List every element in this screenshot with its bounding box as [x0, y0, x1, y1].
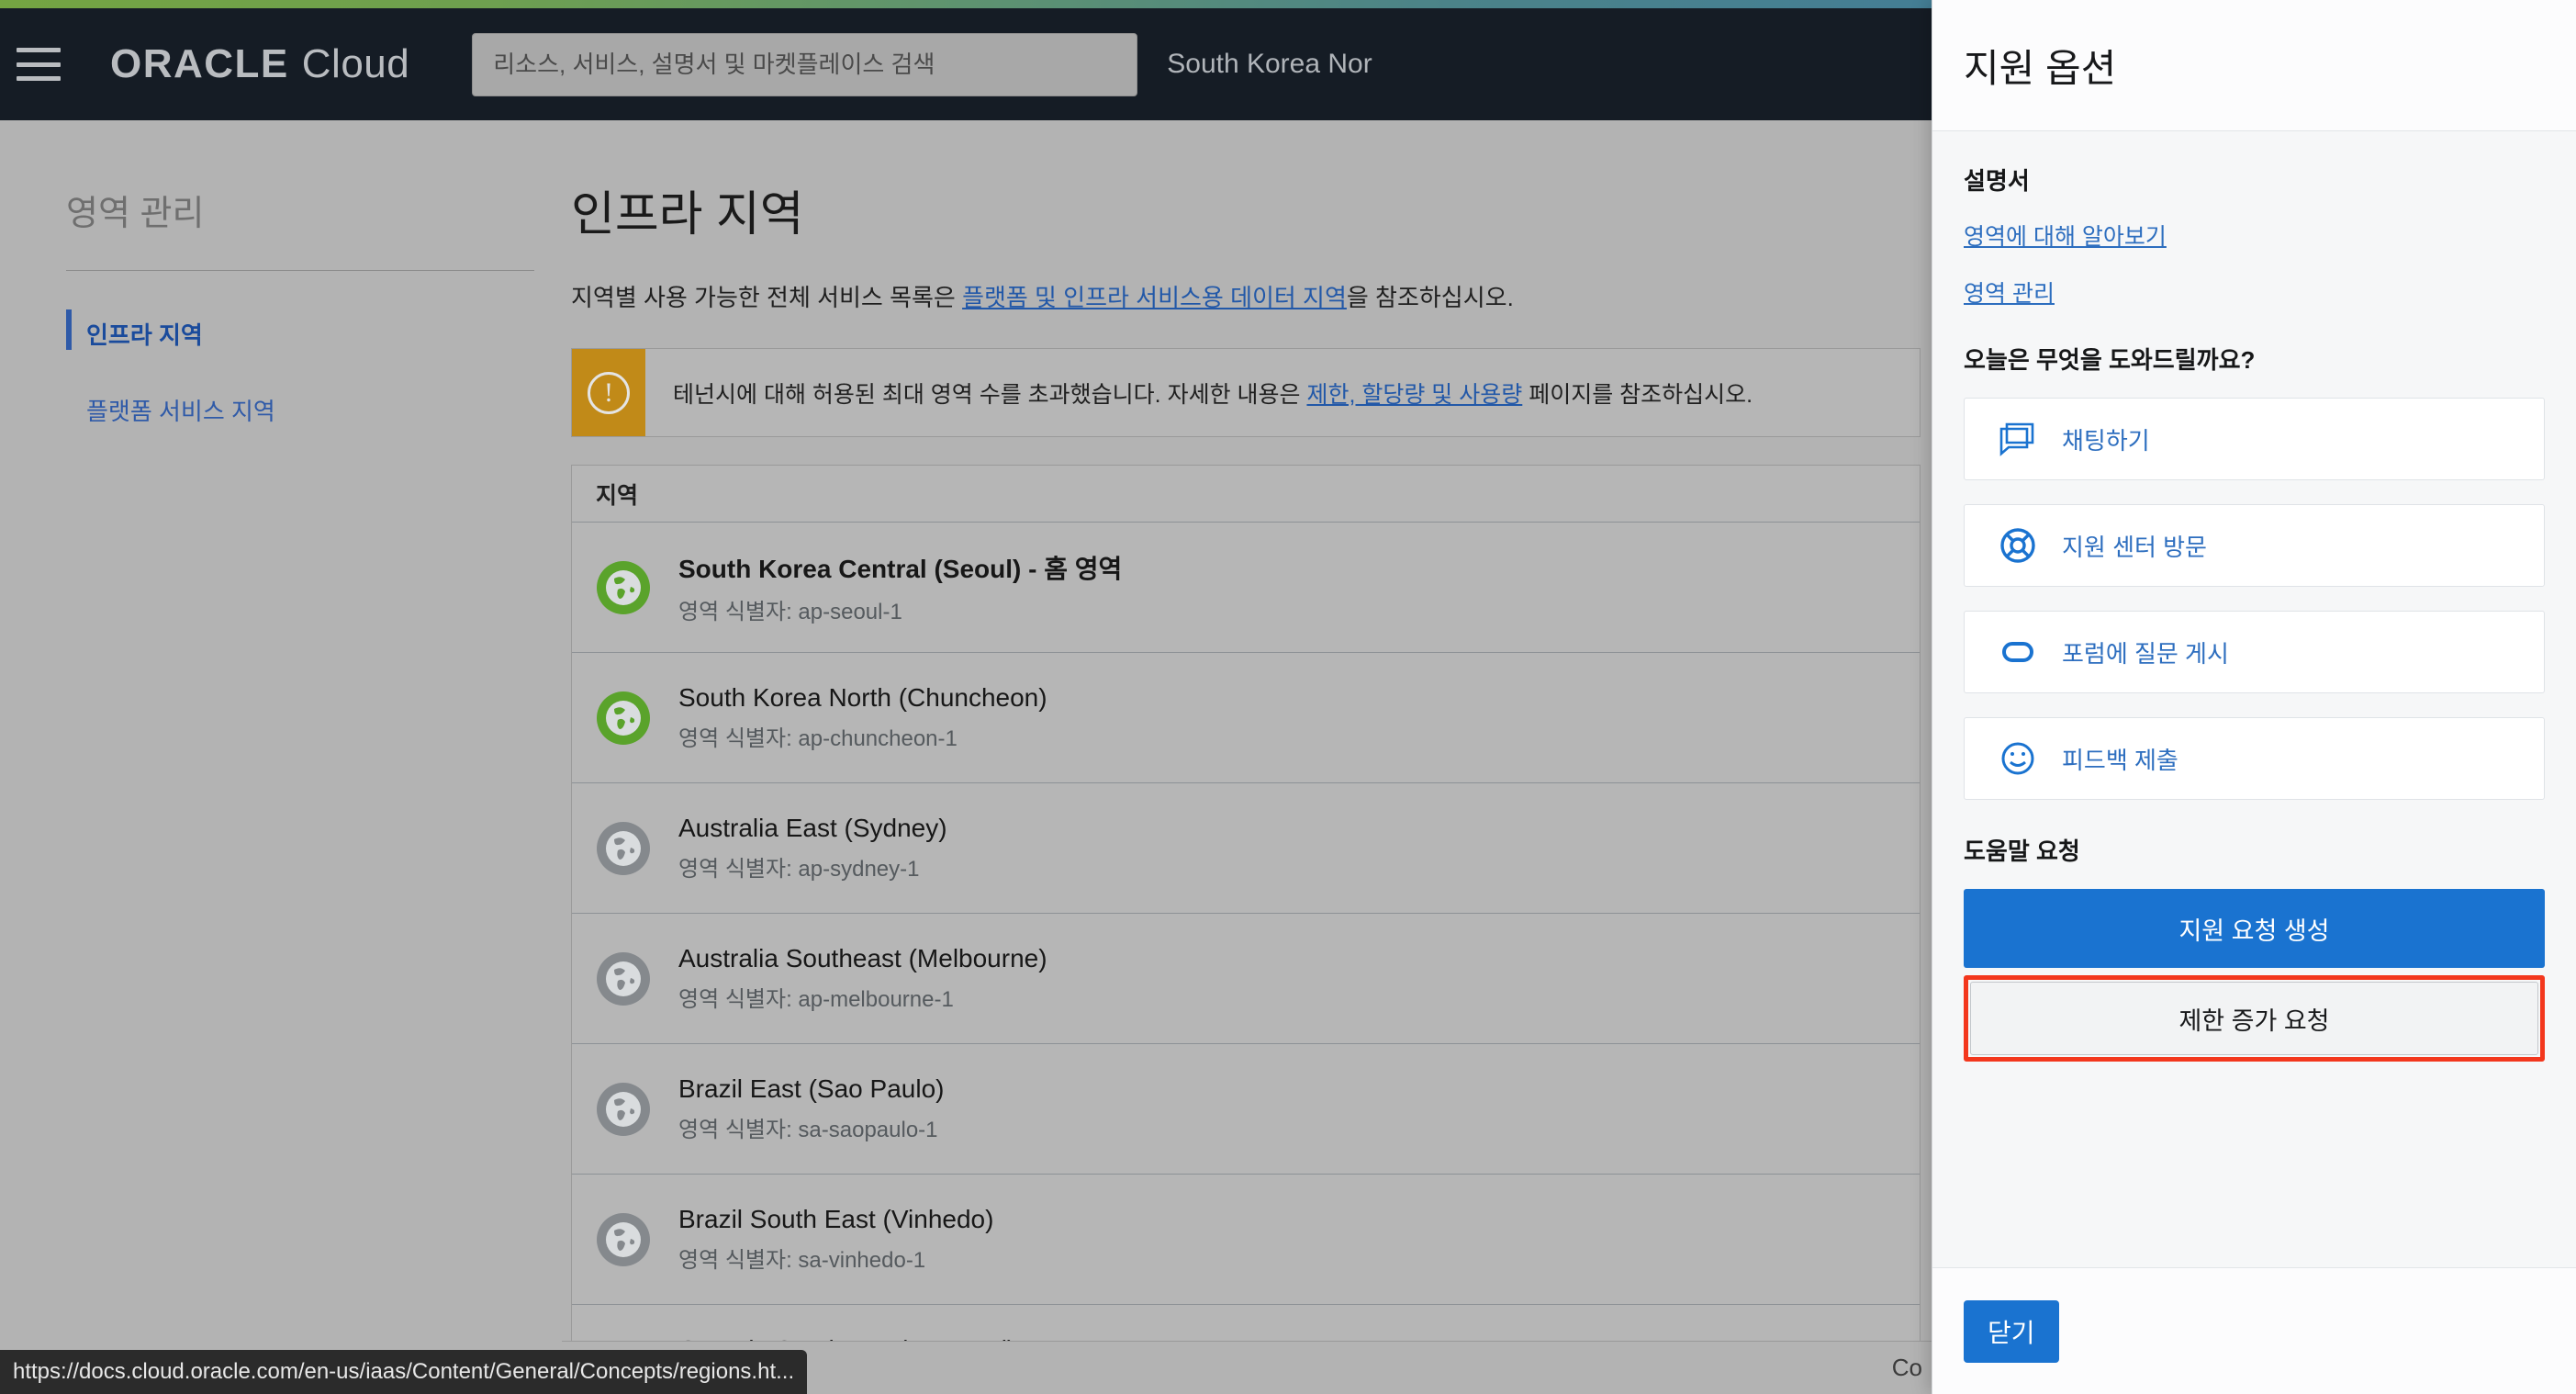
table-row[interactable]: South Korea Central (Seoul) - 홈 영역영역 식별자…: [572, 523, 1920, 653]
region-identifier: 영역 식별자: ap-melbourne-1: [678, 987, 954, 1012]
top-navigation-bar: ORACLE Cloud South Korea Nor: [0, 8, 1932, 120]
region-selector[interactable]: South Korea Nor: [1167, 49, 1372, 80]
limit-exceeded-banner: ! 테넌시에 대해 허용된 최대 영역 수를 초과했습니다. 자세한 내용은 제…: [571, 348, 1921, 437]
region-name: Australia East (Sydney): [678, 814, 947, 842]
support-options-panel: 지원 옵션 설명서 영역에 대해 알아보기 영역 관리 오늘은 무엇을 도와드릴…: [1932, 0, 2576, 1394]
sidebar-divider: [66, 270, 534, 271]
brand-oracle-text: ORACLE: [110, 41, 289, 86]
banner-icon-column: !: [572, 349, 645, 436]
sidebar-item-label: 인프라 지역: [86, 321, 203, 349]
global-search-box[interactable]: [472, 32, 1138, 96]
page-subtitle: 지역별 사용 가능한 전체 서비스 목록은 플랫폼 및 인프라 서비스용 데이터…: [571, 279, 1932, 313]
docs-section-title: 설명서: [1964, 167, 2030, 195]
sidebar-item-infra-regions[interactable]: 인프라 지역: [66, 308, 507, 360]
banner-text-post: 페이지를 참조하십시오.: [1522, 381, 1753, 408]
sidebar-item-platform-service-regions[interactable]: 플랫폼 서비스 지역: [66, 384, 507, 436]
request-limit-increase-button[interactable]: 제한 증가 요청: [1970, 982, 2538, 1055]
globe-icon: [596, 1082, 651, 1137]
globe-icon: [596, 691, 651, 746]
option-feedback[interactable]: 피드백 제출: [1964, 717, 2545, 800]
option-label: 포럼에 질문 게시: [2062, 639, 2229, 668]
warning-icon: !: [588, 371, 630, 414]
option-forum[interactable]: 포럼에 질문 게시: [1964, 611, 2545, 693]
smiley-face-icon: [1998, 738, 2038, 779]
region-name: Australia Southeast (Melbourne): [678, 944, 1047, 972]
option-label: 피드백 제출: [2062, 746, 2178, 774]
regions-table: 지역 South Korea Central (Seoul) - 홈 영역영역 …: [571, 465, 1921, 1394]
life-ring-icon: [1998, 525, 2038, 566]
region-identifier: 영역 식별자: sa-vinhedo-1: [678, 1248, 926, 1273]
table-body: South Korea Central (Seoul) - 홈 영역영역 식별자…: [572, 523, 1920, 1394]
table-row[interactable]: Australia East (Sydney) 영역 식별자: ap-sydney…: [572, 783, 1920, 914]
region-name: Brazil South East (Vinhedo): [678, 1205, 994, 1233]
panel-footer: 닫기: [1932, 1267, 2576, 1394]
create-support-request-button[interactable]: 지원 요청 생성: [1964, 889, 2545, 968]
chat-bubble-icon: [1998, 419, 2038, 459]
option-support-center[interactable]: 지원 센터 방문: [1964, 504, 2545, 587]
app-root: ORACLE Cloud South Korea Nor 영역 관리 인프라 지…: [0, 0, 2576, 1394]
region-text-block: South Korea Central (Seoul) - 홈 영역영역 식별자…: [678, 549, 1122, 625]
sidebar-title: 영역 관리: [66, 195, 205, 233]
banner-message: 테넌시에 대해 허용된 최대 영역 수를 초과했습니다. 자세한 내용은 제한,…: [645, 349, 1780, 436]
region-identifier: 영역 식별자: ap-sydney-1: [678, 857, 920, 882]
option-label: 채팅하기: [2062, 426, 2150, 455]
main-content: 인프라 지역 지역별 사용 가능한 전체 서비스 목록은 플랫폼 및 인프라 서…: [562, 120, 1932, 1394]
region-name: Brazil East (Sao Paulo): [678, 1074, 945, 1103]
region-identifier: 영역 식별자: ap-seoul-1: [678, 600, 902, 624]
limits-quotas-usage-link[interactable]: 제한, 할당량 및 사용량: [1306, 382, 1522, 408]
left-sidebar: 영역 관리 인프라 지역 플랫폼 서비스 지역: [0, 120, 562, 1394]
panel-body: 설명서 영역에 대해 알아보기 영역 관리 오늘은 무엇을 도와드릴까요? 채팅…: [1932, 131, 2576, 1267]
docs-link-manage-regions[interactable]: 영역 관리: [1964, 275, 2545, 309]
globe-icon: [596, 821, 651, 876]
table-row[interactable]: South Korea North (Chuncheon) 영역 식별자: ap-…: [572, 653, 1920, 783]
hamburger-menu-icon[interactable]: [17, 48, 61, 81]
request-limit-increase-highlight: 제한 증가 요청: [1964, 975, 2545, 1062]
help-section-title: 오늘은 무엇을 도와드릴까요?: [1964, 346, 2256, 374]
table-row[interactable]: Brazil South East (Vinhedo) 영역 식별자: sa-vi…: [572, 1175, 1920, 1305]
docs-link-learn-about-regions[interactable]: 영역에 대해 알아보기: [1964, 219, 2545, 252]
region-text-block: Brazil East (Sao Paulo) 영역 식별자: sa-saopau…: [678, 1074, 944, 1143]
panel-header: 지원 옵션: [1932, 0, 2576, 131]
globe-icon: [596, 1212, 651, 1267]
subtitle-pre-text: 지역별 사용 가능한 전체 서비스 목록은: [571, 284, 963, 311]
oracle-cloud-logo[interactable]: ORACLE Cloud: [110, 41, 409, 87]
table-row[interactable]: Australia Southeast (Melbourne) 영역 식별자: a…: [572, 914, 1920, 1044]
close-panel-button[interactable]: 닫기: [1964, 1299, 2059, 1363]
page-title: 인프라 지역: [571, 188, 804, 242]
panel-title: 지원 옵션: [1964, 46, 2117, 90]
region-identifier: 영역 식별자: sa-saopaulo-1: [678, 1118, 938, 1142]
globe-icon: [596, 951, 651, 1006]
globe-icon: [596, 560, 651, 615]
option-chat[interactable]: 채팅하기: [1964, 398, 2545, 480]
region-name: South Korea North (Chuncheon): [678, 683, 1047, 712]
table-column-header-region: 지역: [572, 466, 1920, 523]
search-input[interactable]: [473, 50, 1137, 79]
region-text-block: South Korea North (Chuncheon) 영역 식별자: ap-…: [678, 683, 1047, 752]
table-row[interactable]: Brazil East (Sao Paulo) 영역 식별자: sa-saopau…: [572, 1044, 1920, 1175]
banner-text-pre: 테넌시에 대해 허용된 최대 영역 수를 초과했습니다. 자세한 내용은: [673, 381, 1307, 408]
request-section-title: 도움말 요청: [1964, 838, 2080, 865]
data-regions-link[interactable]: 플랫폼 및 인프라 서비스용 데이터 지역: [962, 284, 1347, 311]
footer-copyright-text: Co: [1891, 1354, 1922, 1381]
status-bar-url: https://docs.cloud.oracle.com/en-us/iaas…: [0, 1350, 808, 1394]
subtitle-post-text: 을 참조하십시오.: [1346, 284, 1514, 311]
brand-gradient-bar: [0, 0, 1932, 8]
region-text-block: Brazil South East (Vinhedo) 영역 식별자: sa-vi…: [678, 1205, 993, 1274]
region-name: South Korea Central (Seoul) - 홈 영역: [678, 555, 1123, 583]
region-text-block: Australia Southeast (Melbourne) 영역 식별자: a…: [678, 944, 1047, 1013]
brand-cloud-text: Cloud: [301, 41, 410, 86]
option-label: 지원 센터 방문: [2062, 533, 2207, 561]
region-identifier: 영역 식별자: ap-chuncheon-1: [678, 726, 958, 751]
sidebar-item-label: 플랫폼 서비스 지역: [86, 398, 275, 425]
region-text-block: Australia East (Sydney) 영역 식별자: ap-sydney…: [678, 814, 947, 882]
forum-icon: [1998, 632, 2038, 672]
